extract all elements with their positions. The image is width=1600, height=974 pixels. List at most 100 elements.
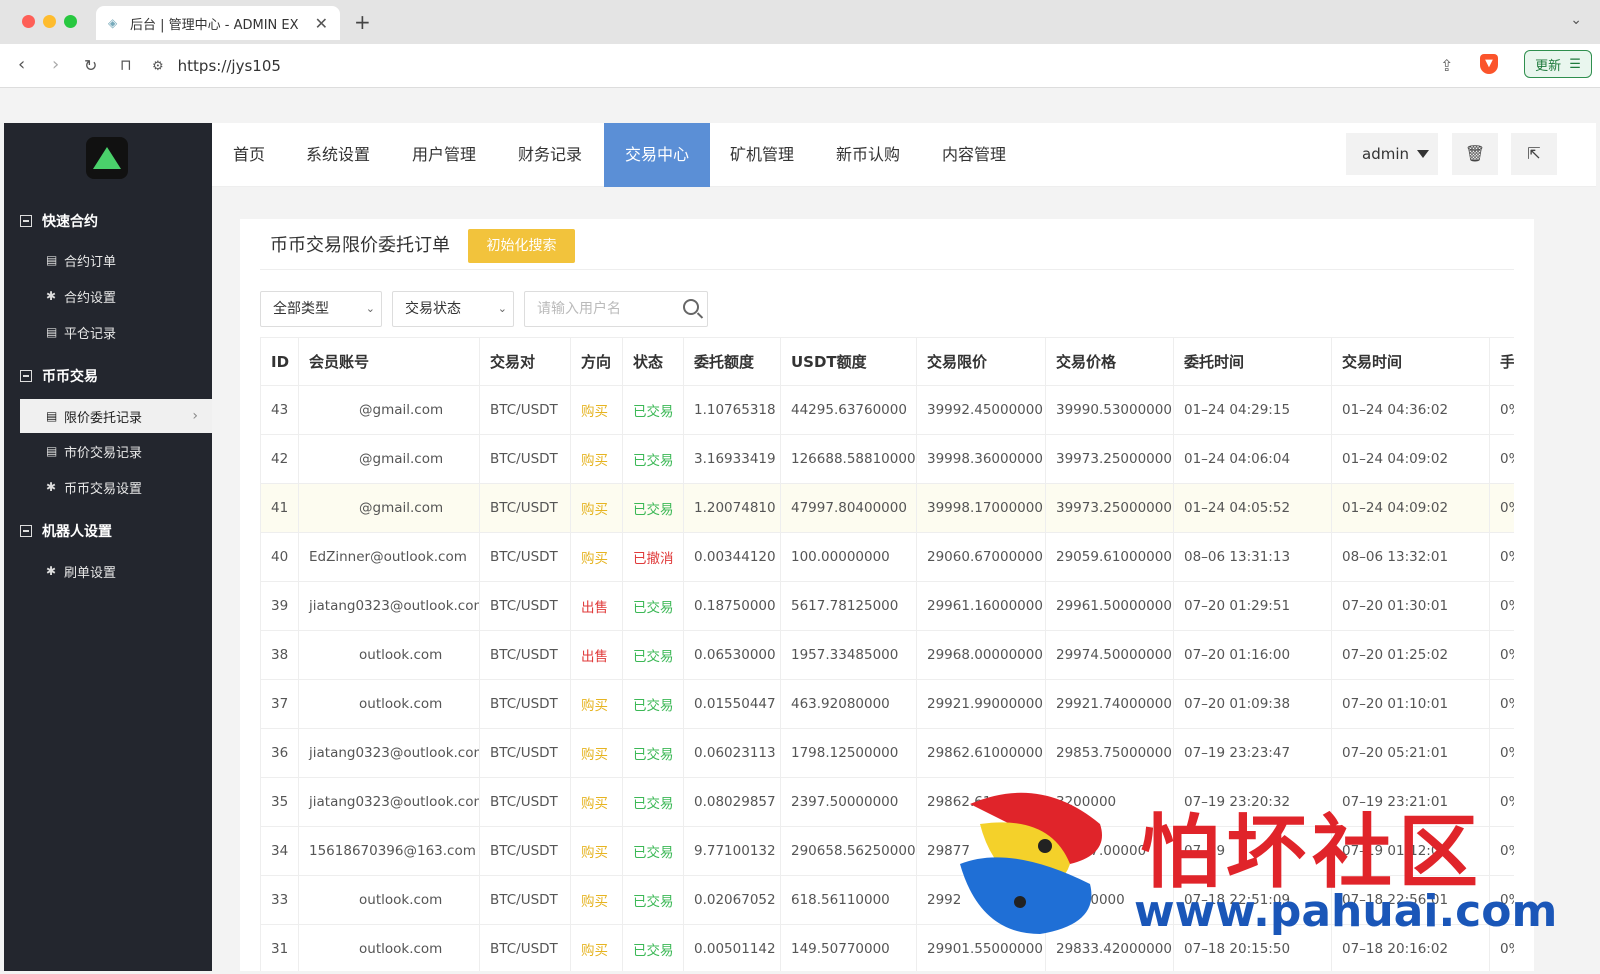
- cell-account: jiatang0323@outlook.com: [298, 728, 480, 778]
- col-direction[interactable]: 方向: [570, 337, 623, 386]
- cell-limit: 39998.36000000: [916, 434, 1046, 484]
- sidebar-group-label: 机器人设置: [42, 524, 112, 540]
- sidebar-group-robot[interactable]: 机器人设置: [20, 521, 112, 541]
- tab-home[interactable]: 首页: [220, 123, 278, 187]
- cell-id: 36: [260, 728, 299, 778]
- col-usdt[interactable]: USDT额度: [780, 337, 917, 386]
- cell-direction: 出售: [570, 581, 623, 631]
- tab-miner-management[interactable]: 矿机管理: [722, 123, 802, 187]
- sidebar-item-limit-orders[interactable]: ▤ 限价委托记录 ›: [20, 399, 212, 433]
- type-select[interactable]: 全部类型 ⌄: [260, 291, 382, 327]
- minimize-window-button[interactable]: [43, 15, 56, 28]
- table-row[interactable]: 41 @gmail.com BTC/USDT 购买 已交易 1.20074810 47997…: [260, 483, 1514, 533]
- col-status[interactable]: 状态: [622, 337, 684, 386]
- browser-tab[interactable]: ◈ 后台 | 管理中心 - ADMIN EX ✕: [96, 6, 340, 40]
- chevron-down-icon: ⌄: [497, 302, 507, 315]
- cell-status: 已交易: [622, 924, 684, 971]
- init-search-button[interactable]: 初始化搜索: [468, 229, 575, 263]
- table-row[interactable]: 38 outlook.com BTC/USDT 出售 已交易 0.06530000 1957…: [260, 630, 1514, 680]
- table-row[interactable]: 42 @gmail.com BTC/USDT 购买 已交易 3.16933419 12668…: [260, 434, 1514, 484]
- gear-icon: ✱: [46, 289, 57, 303]
- back-icon[interactable]: ‹: [18, 54, 25, 75]
- col-price[interactable]: 交易价格: [1045, 337, 1174, 386]
- sidebar-item-market-records[interactable]: ▤ 市价交易记录: [20, 434, 212, 468]
- col-pair[interactable]: 交易对: [479, 337, 571, 386]
- tab-finance-records[interactable]: 财务记录: [510, 123, 590, 187]
- cell-fee: 0%: [1489, 385, 1514, 435]
- col-account[interactable]: 会员账号: [298, 337, 480, 386]
- table-row[interactable]: 43 @gmail.com BTC/USDT 购买 已交易 1.10765318 44295…: [260, 385, 1514, 435]
- top-nav: 首页 系统设置 用户管理 财务记录 交易中心 矿机管理 新币认购 内容管理 ad…: [212, 123, 1596, 187]
- username-search-input[interactable]: 请输入用户名: [524, 291, 708, 327]
- sidebar-group-coin-trading[interactable]: 币币交易: [20, 366, 98, 386]
- col-amount[interactable]: 委托额度: [683, 337, 781, 386]
- favicon-icon: ◈: [108, 16, 118, 30]
- table-row[interactable]: 31 outlook.com BTC/USDT 购买 已交易 0.00501142 149.…: [260, 924, 1514, 971]
- cell-account: @gmail.com: [298, 385, 480, 435]
- table-row[interactable]: 40 EdZinner@outlook.com BTC/USDT 购买 已撤消 0.003…: [260, 532, 1514, 582]
- sidebar-group-quick-contract[interactable]: 快速合约: [20, 211, 98, 231]
- new-tab-button[interactable]: +: [354, 10, 371, 34]
- table-row[interactable]: 34 15618670396@163.com BTC/USDT 购买 已交易 9.7710…: [260, 826, 1514, 876]
- close-tab-icon[interactable]: ✕: [315, 14, 328, 33]
- col-limit[interactable]: 交易限价: [916, 337, 1046, 386]
- cell-id: 41: [260, 483, 299, 533]
- cell-fee: 0%: [1489, 826, 1514, 876]
- update-button[interactable]: 更新 ☰: [1524, 50, 1592, 78]
- forward-icon[interactable]: ›: [52, 54, 59, 75]
- table-row[interactable]: 33 outlook.com BTC/USDT 购买 已交易 0.02067052 618.…: [260, 875, 1514, 925]
- search-icon[interactable]: [683, 299, 699, 315]
- cell-status: 已交易: [622, 434, 684, 484]
- sidebar-item-coin-settings[interactable]: ✱ 币币交易设置: [20, 470, 212, 504]
- reload-icon[interactable]: ↻: [84, 56, 97, 75]
- sidebar-item-label: 平仓记录: [64, 326, 117, 342]
- sidebar-item-brush-settings[interactable]: ✱ 刷单设置: [20, 554, 212, 588]
- close-window-button[interactable]: [22, 15, 35, 28]
- cell-amount: 0.18750000: [683, 581, 781, 631]
- table-row[interactable]: 39 jiatang0323@outlook.com BTC/USDT 出售 已交易 0.…: [260, 581, 1514, 631]
- cell-amount: 1.20074810: [683, 483, 781, 533]
- tab-user-management[interactable]: 用户管理: [404, 123, 484, 187]
- cell-direction: 购买: [570, 679, 623, 729]
- sidebar-item-close-records[interactable]: ▤ 平仓记录: [20, 315, 212, 349]
- maximize-window-button[interactable]: [64, 15, 77, 28]
- col-trade-time[interactable]: 交易时间: [1331, 337, 1490, 386]
- table-row[interactable]: 36 jiatang0323@outlook.com BTC/USDT 购买 已交易 0.…: [260, 728, 1514, 778]
- cell-trade-time: 07–20 01:30:01: [1331, 581, 1490, 631]
- tab-content-management[interactable]: 内容管理: [934, 123, 1014, 187]
- clear-cache-button[interactable]: 🗑: [1452, 133, 1498, 175]
- tab-trading-center[interactable]: 交易中心: [604, 123, 710, 187]
- tab-system-settings[interactable]: 系统设置: [298, 123, 378, 187]
- address-bar[interactable]: ⚙ https://jys105: [152, 50, 1452, 82]
- cell-trade-time: 07–19 23:21:01: [1331, 777, 1490, 827]
- sidebar-item-contract-orders[interactable]: ▤ 合约订单: [20, 243, 212, 277]
- col-order-time[interactable]: 委托时间: [1173, 337, 1332, 386]
- cell-fee: 0%: [1489, 483, 1514, 533]
- share-icon[interactable]: ⇪: [1440, 56, 1453, 75]
- table-row[interactable]: 35 jiatang0323@outlook.com BTC/USDT 购买 已交易 0.…: [260, 777, 1514, 827]
- bookmark-icon[interactable]: ⊓: [120, 56, 132, 74]
- cell-limit: 39998.17000000: [916, 483, 1046, 533]
- tab-list-chevron-icon[interactable]: ⌄: [1570, 12, 1582, 28]
- cell-fee: 0%: [1489, 875, 1514, 925]
- table-row[interactable]: 37 outlook.com BTC/USDT 购买 已交易 0.01550447 463.…: [260, 679, 1514, 729]
- cell-id: 38: [260, 630, 299, 680]
- col-fee[interactable]: 手: [1489, 337, 1514, 386]
- brave-shield-icon[interactable]: ▼: [1480, 54, 1498, 74]
- sidebar-item-label: 币币交易设置: [64, 481, 143, 497]
- sidebar-group-label: 快速合约: [42, 214, 98, 230]
- tab-new-coin[interactable]: 新币认购: [828, 123, 908, 187]
- cell-trade-time: 08–06 13:32:01: [1331, 532, 1490, 582]
- sidebar-item-label: 市价交易记录: [64, 445, 143, 461]
- sidebar: 快速合约 ▤ 合约订单 ✱ 合约设置 ▤ 平仓记录 币币交易 ▤ 限价委托记录 …: [4, 123, 212, 971]
- sidebar-item-contract-settings[interactable]: ✱ 合约设置: [20, 279, 212, 313]
- logo-icon[interactable]: [86, 137, 128, 179]
- cell-status: 已交易: [622, 777, 684, 827]
- admin-dropdown[interactable]: admin: [1346, 133, 1438, 175]
- cell-usdt: 44295.63760000: [780, 385, 917, 435]
- col-id[interactable]: ID: [260, 337, 299, 386]
- cell-pair: BTC/USDT: [479, 434, 571, 484]
- status-select[interactable]: 交易状态 ⌄: [392, 291, 514, 327]
- logout-button[interactable]: ⇱: [1511, 133, 1557, 175]
- site-settings-icon[interactable]: ⚙: [152, 59, 164, 74]
